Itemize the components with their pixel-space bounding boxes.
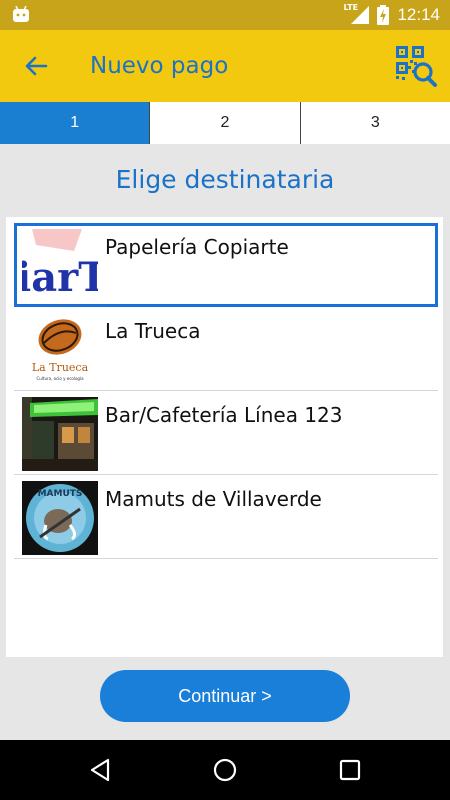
recipient-name: Mamuts de Villaverde: [105, 487, 322, 511]
status-bar: LTE 12:14: [0, 0, 450, 30]
la-trueca-logo: La Trueca Cultura, ocio y ecología: [22, 313, 98, 387]
arrow-left-icon[interactable]: [22, 52, 50, 80]
signal-icon: [351, 6, 370, 24]
copiarte-logo-text: iarT: [22, 254, 98, 301]
mamuts-logo-text: MAMUTS: [38, 489, 83, 499]
recipient-item-copiarte[interactable]: iarT Papelería Copiarte: [14, 223, 438, 307]
step-3-tab[interactable]: 3: [301, 102, 450, 144]
system-nav-bar: [0, 740, 450, 800]
la-trueca-logo-text: La Trueca: [32, 361, 89, 374]
back-icon[interactable]: [88, 758, 112, 782]
recipient-item-linea-123[interactable]: Bar/Cafetería Línea 123: [14, 391, 438, 475]
page-title: Nuevo pago: [90, 53, 229, 79]
qr-search-icon[interactable]: [394, 44, 438, 88]
recipient-name: Bar/Cafetería Línea 123: [105, 403, 343, 427]
recents-icon[interactable]: [338, 758, 362, 782]
battery-icon: [377, 5, 390, 25]
recipient-name: La Trueca: [105, 319, 201, 343]
la-trueca-logo-subtext: Cultura, ocio y ecología: [36, 376, 84, 381]
android-icon: [13, 6, 29, 22]
recipient-item-la-trueca[interactable]: La Trueca Cultura, ocio y ecología La Tr…: [14, 307, 438, 391]
section-heading: Elige destinataria: [115, 165, 335, 194]
step-2-tab[interactable]: 2: [150, 102, 301, 144]
app-bar: Nuevo pago: [0, 30, 450, 102]
recipient-item-mamuts[interactable]: MAMUTS Mamuts de Villaverde: [14, 475, 438, 559]
linea-123-photo: [22, 397, 98, 471]
mamuts-logo: MAMUTS: [22, 481, 98, 555]
copiarte-logo: iarT: [22, 229, 98, 303]
recipient-list: iarT Papelería Copiarte La Trueca Cultur…: [6, 217, 443, 657]
continue-button[interactable]: Continuar >: [100, 670, 350, 722]
recipient-name: Papelería Copiarte: [105, 235, 289, 259]
step-tabs: 1 2 3: [0, 102, 450, 144]
step-1-tab[interactable]: 1: [0, 102, 151, 144]
clock: 12:14: [397, 5, 440, 24]
home-icon[interactable]: [213, 758, 237, 782]
